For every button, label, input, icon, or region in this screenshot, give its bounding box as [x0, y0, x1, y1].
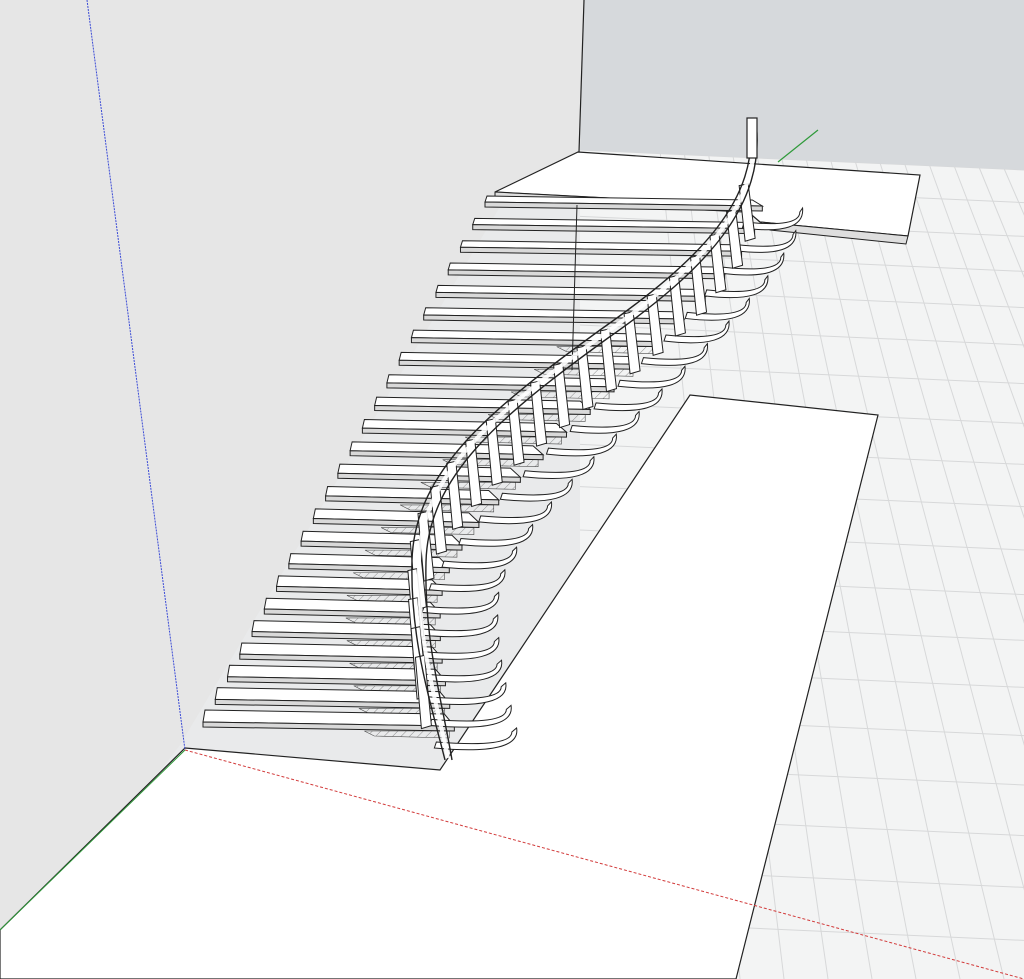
stair-tread-underside-hatch [364, 730, 450, 739]
back-wall-right [580, 0, 1024, 170]
scene-canvas[interactable] [0, 0, 1024, 979]
model-viewport[interactable] [0, 0, 1024, 979]
stair-tread-underside-hatch [399, 504, 495, 513]
